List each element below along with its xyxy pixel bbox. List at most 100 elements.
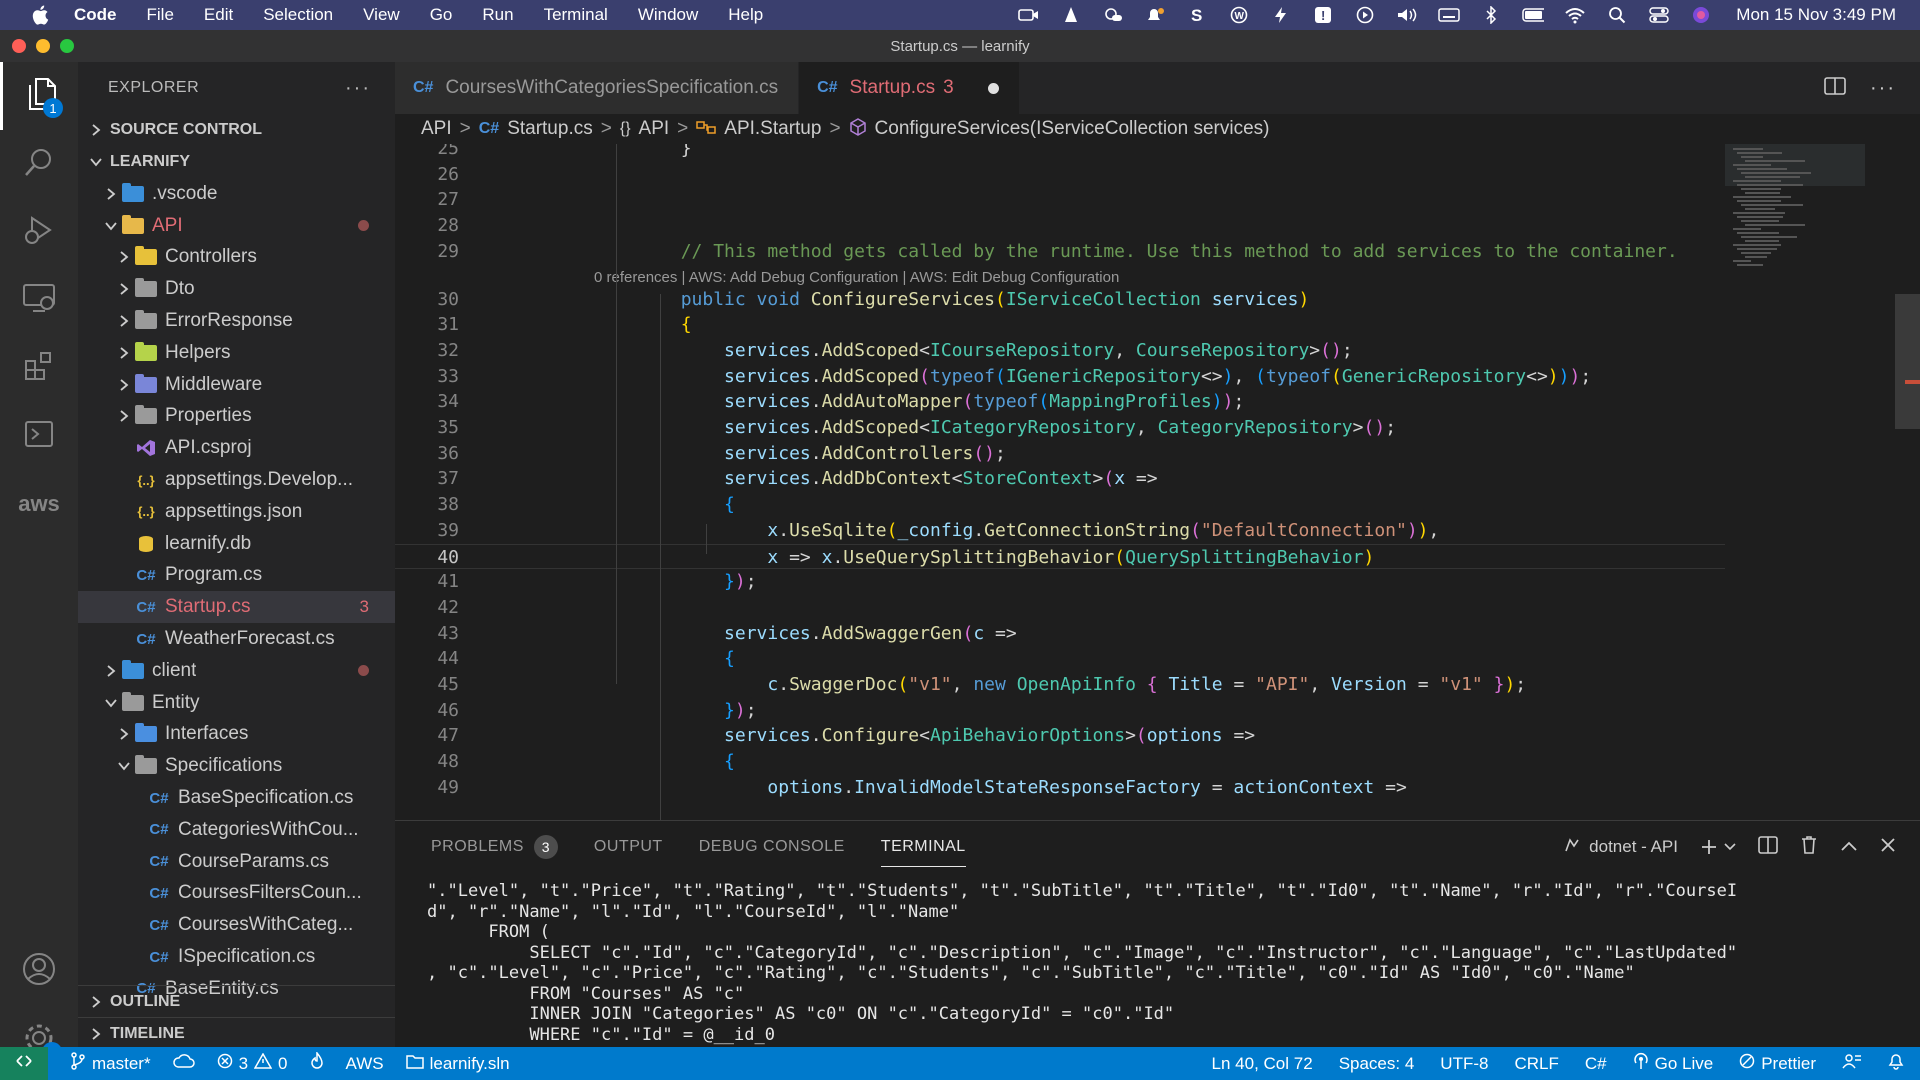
code-line[interactable]: 35 services.AddScoped<ICategoryRepositor…: [395, 415, 1725, 441]
terminal-selector[interactable]: dotnet - API: [1563, 836, 1678, 859]
menu-edit[interactable]: Edit: [204, 5, 233, 25]
source-control-section[interactable]: SOURCE CONTROL: [78, 114, 395, 146]
activity-terminal[interactable]: [0, 402, 78, 470]
code-line[interactable]: 43 services.AddSwaggerGen(c =>: [395, 621, 1725, 647]
activity-remote-explorer[interactable]: [0, 266, 78, 334]
tree-item[interactable]: Helpers: [78, 337, 395, 369]
outline-section[interactable]: OUTLINE: [78, 985, 395, 1018]
menu-clock[interactable]: Mon 15 Nov 3:49 PM: [1736, 5, 1896, 25]
minimap[interactable]: [1725, 144, 1920, 820]
camera-icon[interactable]: [1018, 6, 1040, 24]
maximize-panel-icon[interactable]: [1840, 837, 1858, 857]
line-endings[interactable]: CRLF: [1514, 1054, 1558, 1074]
bluetooth-icon[interactable]: [1480, 6, 1502, 24]
tree-item[interactable]: {..} appsettings.json: [78, 496, 395, 528]
code-line[interactable]: 42: [395, 595, 1725, 621]
siri-icon[interactable]: [1690, 6, 1712, 24]
spotlight-search-icon[interactable]: [1606, 6, 1628, 24]
tab-terminal[interactable]: TERMINAL: [880, 821, 966, 873]
activity-search[interactable]: [0, 130, 78, 198]
tab-debug-console[interactable]: DEBUG CONSOLE: [699, 821, 845, 873]
tree-item[interactable]: client: [78, 655, 395, 687]
breadcrumb-method[interactable]: ConfigureServices(IServiceCollection ser…: [849, 117, 1269, 141]
minimize-window-button[interactable]: [36, 39, 50, 53]
code-line[interactable]: 39 x.UseSqlite(_config.GetConnectionStri…: [395, 518, 1725, 544]
tree-item[interactable]: Entity: [78, 687, 395, 719]
code-line[interactable]: 32 services.AddScoped<ICourseRepository,…: [395, 338, 1725, 364]
apple-icon[interactable]: [30, 5, 50, 25]
code-line[interactable]: 30 public void ConfigureServices(IServic…: [395, 287, 1725, 313]
code-line[interactable]: 33 services.AddScoped(typeof(IGenericRep…: [395, 364, 1725, 390]
code-line[interactable]: 28: [395, 213, 1725, 239]
code-line[interactable]: 46 });: [395, 698, 1725, 724]
tree-item[interactable]: C# CoursesWithCateg...: [78, 909, 395, 941]
more-actions-icon[interactable]: ···: [345, 77, 371, 100]
trash-icon[interactable]: [1800, 835, 1818, 860]
tree-item[interactable]: Specifications: [78, 750, 395, 782]
menu-app-name[interactable]: Code: [74, 5, 117, 25]
menu-run[interactable]: Run: [482, 5, 513, 25]
weather-icon[interactable]: [1102, 6, 1124, 24]
breadcrumb-file[interactable]: C# Startup.cs: [479, 118, 593, 140]
code-line[interactable]: 34 services.AddAutoMapper(typeof(Mapping…: [395, 389, 1725, 415]
tree-item[interactable]: Properties: [78, 401, 395, 433]
tab-output[interactable]: OUTPUT: [594, 821, 663, 873]
new-terminal-icon[interactable]: [1700, 838, 1736, 856]
tree-item[interactable]: ErrorResponse: [78, 305, 395, 337]
activity-accounts[interactable]: [0, 937, 78, 1005]
tree-item[interactable]: Dto: [78, 273, 395, 305]
close-icon[interactable]: [1880, 837, 1896, 858]
split-editor-icon[interactable]: [1824, 76, 1846, 101]
activity-extensions[interactable]: [0, 334, 78, 402]
split-terminal-icon[interactable]: [1758, 835, 1778, 859]
wordpress-icon[interactable]: W: [1228, 6, 1250, 24]
tree-item[interactable]: Middleware: [78, 369, 395, 401]
keyboard-icon[interactable]: [1438, 6, 1461, 24]
tree-item[interactable]: C# WeatherForecast.cs: [78, 623, 395, 655]
solution-indicator[interactable]: learnify.sln: [405, 1053, 510, 1074]
tree-item[interactable]: Controllers: [78, 242, 395, 274]
timeline-section[interactable]: TIMELINE: [78, 1017, 395, 1047]
code-line[interactable]: 47 services.Configure<ApiBehaviorOptions…: [395, 723, 1725, 749]
bolt-icon[interactable]: [1270, 6, 1292, 24]
code-line[interactable]: 41 });: [395, 569, 1725, 595]
code-line[interactable]: 36 services.AddControllers();: [395, 441, 1725, 467]
tree-item[interactable]: C# Startup.cs 3: [78, 591, 395, 624]
play-icon[interactable]: [1354, 6, 1376, 24]
control-center-icon[interactable]: [1648, 6, 1670, 24]
menu-view[interactable]: View: [363, 5, 400, 25]
indentation[interactable]: Spaces: 4: [1339, 1054, 1415, 1074]
s-app-icon[interactable]: S: [1186, 6, 1208, 24]
aws-status[interactable]: AWS: [346, 1054, 384, 1074]
menu-file[interactable]: File: [147, 5, 174, 25]
code-line[interactable]: 45 c.SwaggerDoc("v1", new OpenApiInfo { …: [395, 672, 1725, 698]
menu-help[interactable]: Help: [728, 5, 763, 25]
code-line[interactable]: 48 {: [395, 749, 1725, 775]
zoom-window-button[interactable]: [60, 39, 74, 53]
branch-indicator[interactable]: master*: [70, 1052, 151, 1075]
encoding[interactable]: UTF-8: [1440, 1054, 1488, 1074]
tree-item[interactable]: C# CoursesFiltersCoun...: [78, 878, 395, 910]
tree-item[interactable]: .vscode: [78, 178, 395, 210]
remote-indicator[interactable]: [0, 1047, 48, 1080]
tab-problems[interactable]: PROBLEMS 3: [431, 821, 558, 873]
activity-explorer[interactable]: 1: [0, 62, 78, 130]
feedback-button[interactable]: [1842, 1052, 1862, 1075]
terminal-output[interactable]: "."Level", "t"."Price", "t"."Rating", "t…: [427, 881, 1907, 1045]
menu-terminal[interactable]: Terminal: [544, 5, 608, 25]
close-window-button[interactable]: [12, 39, 26, 53]
tree-item[interactable]: C# CourseParams.cs: [78, 846, 395, 878]
code-editor[interactable]: 25 } 26 27 28 29 // This method gets called …: [395, 144, 1725, 820]
tab-startup[interactable]: C# Startup.cs 3: [799, 62, 1020, 114]
workspace-section[interactable]: LEARNIFY: [78, 146, 395, 178]
problems-indicator[interactable]: 3 0: [217, 1052, 288, 1074]
notifications-button[interactable]: [1888, 1052, 1904, 1075]
code-line[interactable]: 27: [395, 187, 1725, 213]
wifi-icon[interactable]: [1564, 6, 1586, 24]
activity-run-debug[interactable]: [0, 198, 78, 266]
code-line[interactable]: 29 // This method gets called by the run…: [395, 239, 1725, 265]
vertical-scrollbar[interactable]: [1895, 294, 1920, 429]
code-line[interactable]: 38 {: [395, 492, 1725, 518]
breadcrumb-api[interactable]: API: [421, 118, 452, 140]
tree-item[interactable]: API: [78, 210, 395, 242]
